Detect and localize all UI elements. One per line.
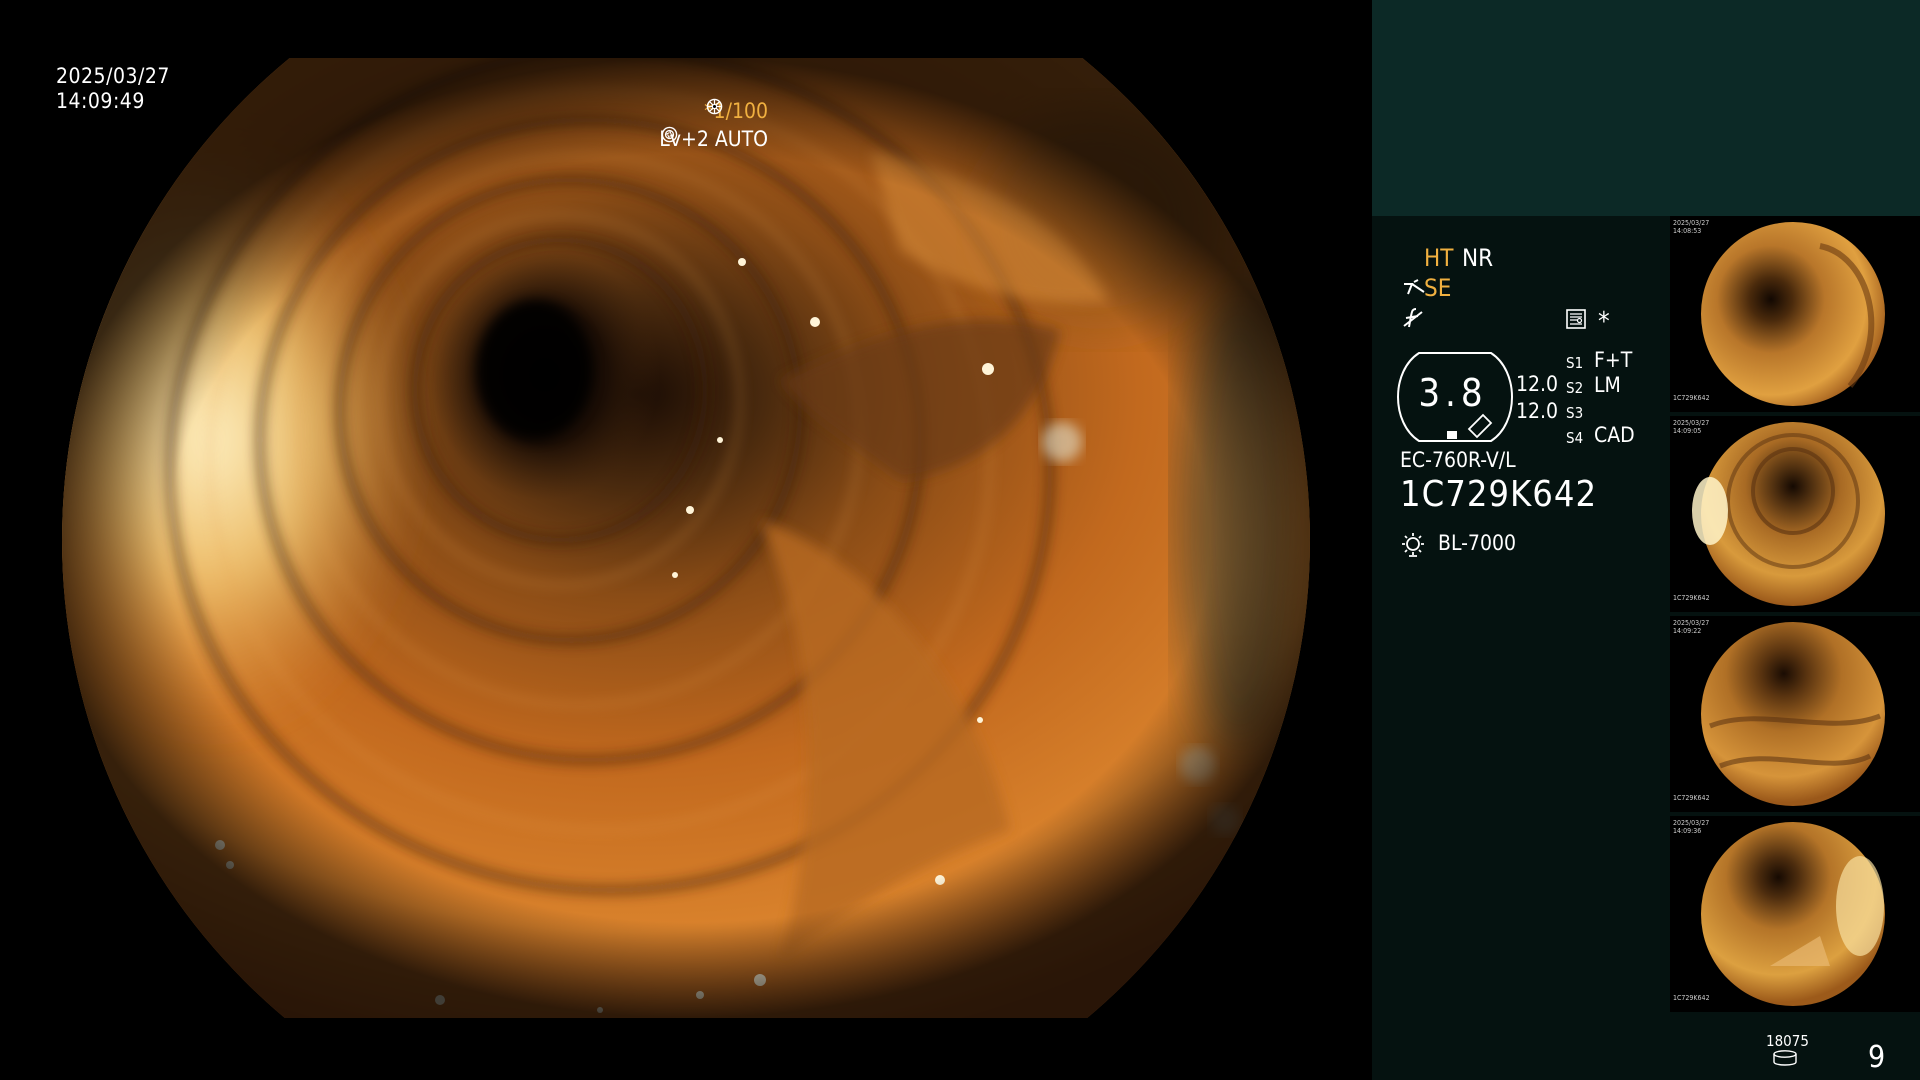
exam-time: 14:09:49 [56, 89, 145, 113]
light-mode-indicator: Lv+2 AUTO [659, 126, 768, 152]
thumbnail-image [1701, 822, 1885, 1006]
thumbnail-time: 14:09:36 [1673, 827, 1702, 835]
thumbnail-serial: 1C729K642 [1673, 794, 1710, 802]
capture-thumbnail-3[interactable]: 2025/03/27 14:09:22 1C729K642 [1670, 616, 1920, 812]
thumbnail-image [1701, 222, 1885, 406]
freeze-icon [1403, 308, 1423, 328]
se-mode-label: SE [1424, 274, 1452, 302]
auto-iris-icon [662, 126, 678, 143]
switch-2-value: LM [1594, 373, 1621, 397]
nr-mode-label: NR [1462, 244, 1494, 272]
switch-4-value: CAD [1594, 423, 1635, 447]
thumbnail-serial: 1C729K642 [1673, 594, 1710, 602]
gauge-value-1: 12.0 [1516, 372, 1559, 396]
brightness-value: 3.8 [1418, 371, 1488, 415]
thumbnail-serial: 1C729K642 [1673, 994, 1710, 1002]
light-source-model: BL-7000 [1438, 531, 1517, 555]
image-counter: 18075 [1766, 1032, 1809, 1050]
page-number: 9 [1868, 1040, 1886, 1075]
capture-thumbnail-4[interactable]: 2025/03/27 14:09:36 1C729K642 [1670, 816, 1920, 1012]
structure-enhance-icon [1404, 279, 1425, 295]
memo-icon [1566, 309, 1586, 329]
thumbnail-time: 14:09:22 [1673, 627, 1702, 635]
thumbnail-date: 2025/03/27 [1673, 619, 1710, 627]
thumbnail-time: 14:09:05 [1673, 427, 1702, 435]
switch-2-name: S2 [1566, 379, 1584, 397]
memo-star: * [1598, 307, 1610, 337]
capture-thumbnail-2[interactable]: 2025/03/27 14:09:05 1C729K642 [1670, 416, 1920, 612]
endoscope-live-view: 2025/03/27 14:09:49 *1/100 Lv+2 AUTO [0, 0, 1372, 1080]
ht-mode-label: HT [1424, 244, 1454, 272]
switch-4-name: S4 [1566, 429, 1584, 447]
scope-serial: 1C729K642 [1400, 474, 1598, 515]
switch-3-name: S3 [1566, 404, 1584, 422]
thumbnail-date: 2025/03/27 [1673, 419, 1710, 427]
thumbnail-time: 14:08:53 [1673, 227, 1702, 235]
gauge-value-2: 12.0 [1516, 399, 1559, 423]
light-source-bulb-icon [1402, 533, 1424, 557]
thumbnail-date: 2025/03/27 [1673, 219, 1710, 227]
capture-thumbnail-1[interactable]: 2025/03/27 14:08:53 1C729K642 [1670, 216, 1920, 412]
status-sidebar: HT NR SE * 3.8 12.0 12.0 S1 F+T S2 LM S3… [1372, 0, 1920, 1080]
thumbnail-serial: 1C729K642 [1673, 394, 1710, 402]
storage-disk-icon [1773, 1050, 1797, 1066]
thumbnail-image [1692, 422, 1885, 606]
switch-1-value: F+T [1594, 348, 1633, 372]
patient-info-panel [1372, 0, 1920, 216]
scope-model: EC-760R-V/L [1400, 448, 1516, 472]
switch-1-name: S1 [1566, 354, 1584, 372]
endoscope-image [0, 0, 1372, 1080]
thumbnail-image [1701, 622, 1885, 806]
shutter-wheel-icon [706, 98, 723, 115]
shutter-speed-indicator: *1/100 [704, 98, 768, 124]
thumbnail-date: 2025/03/27 [1673, 819, 1710, 827]
exam-date: 2025/03/27 [56, 64, 170, 88]
